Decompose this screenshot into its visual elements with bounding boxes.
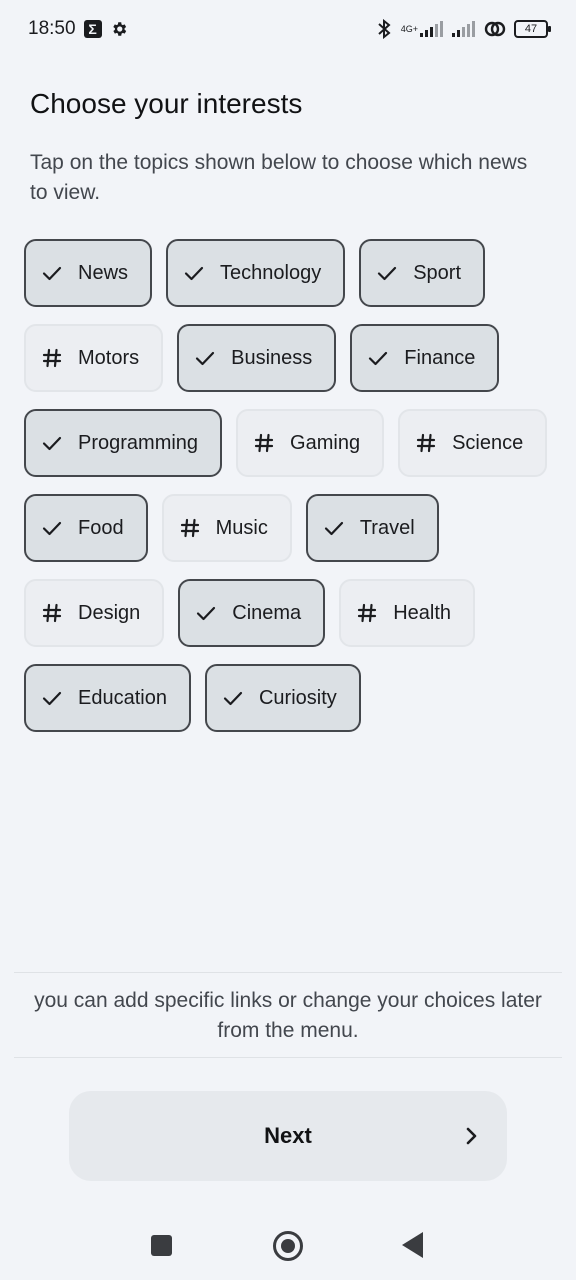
topic-chip-music[interactable]: Music <box>161 494 292 562</box>
topic-chip-health[interactable]: Health <box>339 579 475 647</box>
topic-chip-group: News Technology Sport Motors Business Finance… <box>24 239 554 732</box>
status-left: 18:50 Σ <box>28 18 128 40</box>
topic-chip-travel[interactable]: Travel <box>305 494 439 562</box>
topic-chip-label: Design <box>78 601 141 624</box>
topic-chip-gaming[interactable]: Gaming <box>236 409 385 477</box>
topic-chip-label: Health <box>393 601 451 624</box>
topic-chip-programming[interactable]: Programming <box>24 409 223 477</box>
topic-chip-technology[interactable]: Technology <box>166 239 346 307</box>
check-icon <box>324 518 344 538</box>
check-icon <box>42 433 62 453</box>
topic-chip-label: Curiosity <box>258 686 337 709</box>
hashtag-icon <box>42 603 62 623</box>
footer-divider-top <box>14 972 562 973</box>
topic-chip-label: Cinema <box>232 601 302 624</box>
topic-chip-label: Gaming <box>290 431 361 454</box>
topic-chip-label: Science <box>452 431 524 454</box>
topic-chip-label: Business <box>231 346 313 369</box>
status-bar: 18:50 Σ 4G+ 47 <box>0 0 576 58</box>
hashtag-icon <box>254 433 274 453</box>
topic-chip-science[interactable]: Science <box>398 409 548 477</box>
check-icon <box>377 263 397 283</box>
hashtag-icon <box>180 518 200 538</box>
check-icon <box>368 348 388 368</box>
system-nav-bar <box>0 1215 576 1275</box>
signal-icon-sim1 <box>420 21 444 37</box>
topic-chip-label: Travel <box>359 516 415 539</box>
page-title: Choose your interests <box>30 88 303 119</box>
check-icon <box>42 263 62 283</box>
check-icon <box>196 603 216 623</box>
topic-chip-label: Motors <box>78 346 140 369</box>
home-button[interactable] <box>273 1231 303 1261</box>
check-icon <box>42 518 62 538</box>
hashtag-icon <box>416 433 436 453</box>
status-time: 18:50 <box>28 18 76 39</box>
gear-icon <box>110 20 128 38</box>
page-subtitle: Tap on the topics shown below to choose … <box>30 151 528 204</box>
topic-chip-label: News <box>78 261 129 284</box>
check-icon <box>42 688 62 708</box>
hotspot-link-icon <box>484 20 506 38</box>
battery-indicator: 47 <box>514 20 551 38</box>
topic-chip-motors[interactable]: Motors <box>24 324 164 392</box>
topic-chip-cinema[interactable]: Cinema <box>178 579 326 647</box>
network-type: 4G+ <box>400 23 418 34</box>
footer-note: you can add specific links or change you… <box>34 989 542 1042</box>
topic-chip-sport[interactable]: Sport <box>359 239 486 307</box>
footer-divider-bottom <box>14 1057 562 1058</box>
topic-chip-label: Music <box>215 516 268 539</box>
topic-chip-food[interactable]: Food <box>24 494 148 562</box>
hashtag-icon <box>357 603 377 623</box>
recents-button[interactable] <box>151 1235 172 1256</box>
check-icon <box>223 688 243 708</box>
next-button-label: Next <box>264 1123 312 1148</box>
topic-chip-finance[interactable]: Finance <box>350 324 500 392</box>
chevron-right-icon <box>465 1126 479 1152</box>
back-button[interactable] <box>402 1232 423 1258</box>
sigma-app-icon: Σ <box>83 20 102 38</box>
check-icon <box>184 263 204 283</box>
topic-chip-design[interactable]: Design <box>24 579 165 647</box>
topic-chip-news[interactable]: News <box>24 239 153 307</box>
topic-chip-curiosity[interactable]: Curiosity <box>204 664 361 732</box>
topic-chip-label: Food <box>78 516 124 539</box>
topic-chip-label: Programming <box>78 431 199 454</box>
hashtag-icon <box>42 348 62 368</box>
network-type-label: 4G+ <box>400 23 418 34</box>
topic-chip-label: Finance <box>404 346 476 369</box>
topic-chip-label: Education <box>78 686 167 709</box>
topic-chip-label: Technology <box>220 261 322 284</box>
signal-icon-sim2 <box>452 21 476 37</box>
topic-chip-business[interactable]: Business <box>177 324 337 392</box>
battery-level: 47 <box>524 23 538 35</box>
topic-chip-label: Sport <box>413 261 462 284</box>
check-icon <box>195 348 215 368</box>
status-right: 4G+ 47 <box>375 19 551 39</box>
bluetooth-icon <box>375 19 393 39</box>
next-button[interactable]: Next <box>69 1091 507 1181</box>
topic-chip-education[interactable]: Education <box>24 664 191 732</box>
